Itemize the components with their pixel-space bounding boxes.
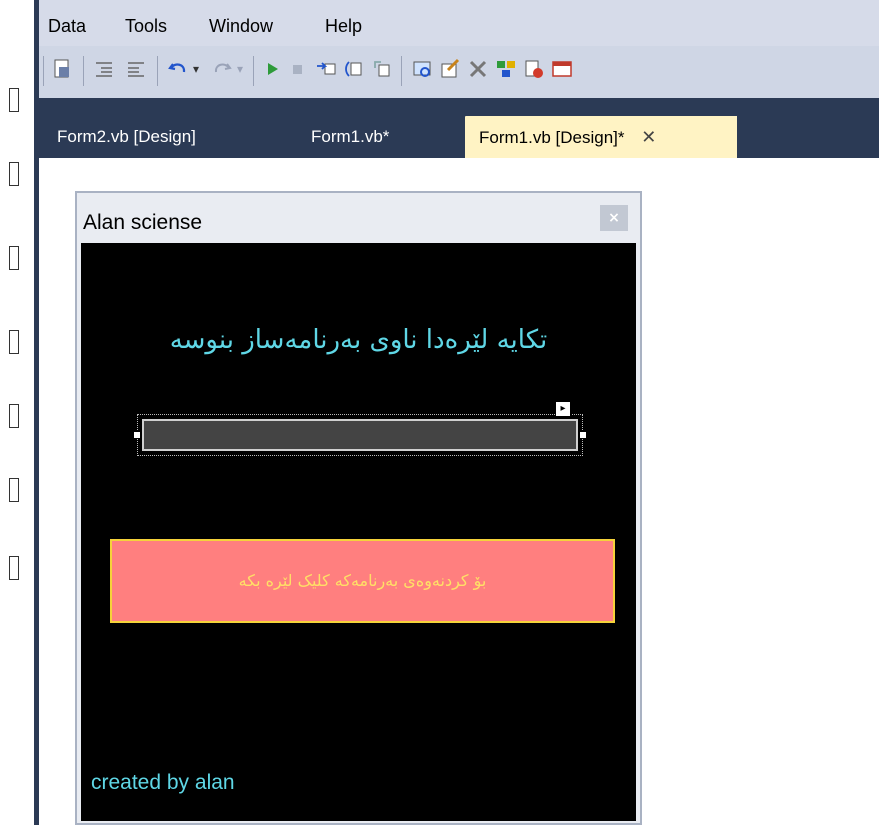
toolbar-separator	[157, 56, 158, 86]
stop-icon[interactable]	[287, 58, 309, 80]
missing-glyph-box	[9, 162, 19, 186]
missing-glyph-box	[9, 404, 19, 428]
menu-tools[interactable]: Tools	[125, 16, 167, 37]
instruction-label: تکایە لێرەدا ناوی بەرنامەساز بنوسە	[169, 325, 548, 355]
class-view-icon[interactable]	[495, 58, 517, 80]
indent-icon[interactable]	[93, 58, 115, 80]
toolbox-icon[interactable]	[467, 58, 489, 80]
toolbar-separator	[43, 56, 44, 86]
missing-glyph-box	[9, 330, 19, 354]
missing-glyph-box	[9, 556, 19, 580]
solution-explorer-icon[interactable]	[411, 58, 433, 80]
toolbar-separator	[83, 56, 84, 86]
close-tab-icon[interactable]: ✕	[641, 116, 656, 158]
close-icon[interactable]: ×	[600, 205, 628, 231]
form-window[interactable]: Alan sciense × تکایە لێرەدا ناوی بەرنامە…	[75, 191, 642, 825]
name-textbox-selection[interactable]: ▸	[133, 401, 587, 456]
file-properties-icon[interactable]	[51, 58, 73, 80]
outdent-icon[interactable]	[125, 58, 147, 80]
toolbar-separator	[253, 56, 254, 86]
step-into-icon[interactable]	[315, 58, 337, 80]
form-title: Alan sciense	[83, 211, 203, 234]
tab-label: Form1.vb*	[311, 127, 390, 146]
missing-glyph-box	[9, 478, 19, 502]
step-out-icon[interactable]	[371, 58, 393, 80]
open-program-button[interactable]: بۆ کردنەوەی بەرنامەکە کلیک لێرە بکە	[110, 539, 615, 623]
document-tab-bar: Form2.vb [Design] Form1.vb* Form1.vb [De…	[39, 98, 879, 158]
undo-icon[interactable]	[167, 58, 189, 80]
tab-form2-design[interactable]: Form2.vb [Design]	[43, 116, 210, 158]
tab-label: Form1.vb [Design]*	[479, 128, 625, 147]
tab-form1-code[interactable]: Form1.vb*	[297, 116, 403, 158]
redo-dropdown-icon[interactable]: ▾	[237, 62, 243, 76]
undo-dropdown-icon[interactable]: ▾	[193, 62, 199, 76]
smart-tag-icon[interactable]: ▸	[555, 401, 571, 417]
missing-glyph-box	[9, 246, 19, 270]
step-over-icon[interactable]	[343, 58, 365, 80]
properties-icon[interactable]	[439, 58, 461, 80]
missing-glyph-box	[9, 88, 19, 112]
menu-bar: Data Tools Window Help	[39, 0, 879, 46]
tab-form1-design[interactable]: Form1.vb [Design]* ✕	[465, 116, 737, 158]
error-list-icon[interactable]	[523, 58, 545, 80]
menu-data[interactable]: Data	[48, 16, 86, 37]
left-margin	[0, 0, 34, 825]
start-icon[interactable]	[261, 58, 283, 80]
toolbar-separator	[401, 56, 402, 86]
menu-help[interactable]: Help	[325, 16, 362, 37]
name-textbox[interactable]	[142, 419, 578, 451]
credit-label: created by alan	[91, 771, 235, 794]
menu-window[interactable]: Window	[209, 16, 273, 37]
resize-handle-right[interactable]	[579, 431, 587, 439]
resize-handle-left[interactable]	[133, 431, 141, 439]
form-client-area: تکایە لێرەدا ناوی بەرنامەساز بنوسە ▸ بۆ …	[81, 243, 636, 821]
redo-icon[interactable]	[211, 58, 233, 80]
toolbar: ▾ ▾	[39, 46, 879, 98]
window-icon[interactable]	[551, 58, 573, 80]
tab-label: Form2.vb [Design]	[57, 127, 196, 146]
